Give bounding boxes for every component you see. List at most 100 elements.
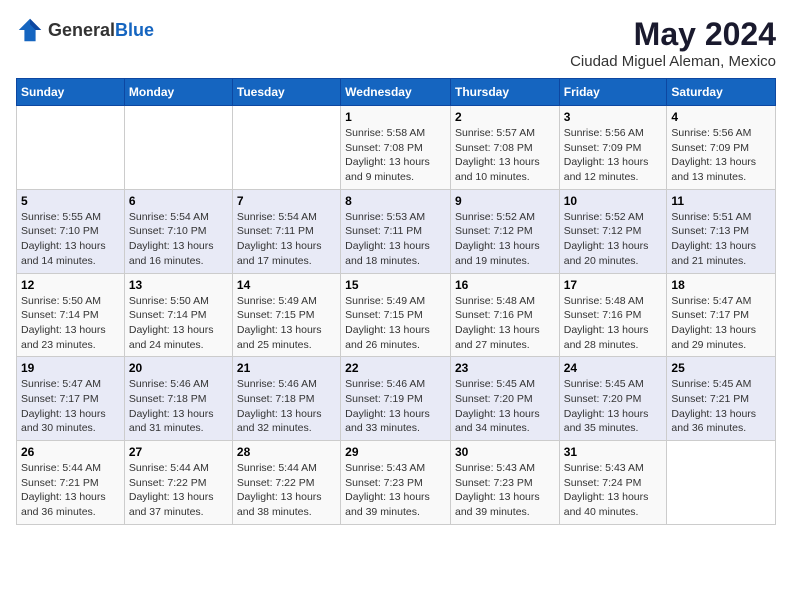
logo-general: General <box>48 20 115 40</box>
day-info: Sunrise: 5:49 AM Sunset: 7:15 PM Dayligh… <box>237 294 336 353</box>
calendar-cell: 28 Sunrise: 5:44 AM Sunset: 7:22 PM Dayli… <box>232 441 340 525</box>
calendar-cell: 21 Sunrise: 5:46 AM Sunset: 7:18 PM Dayli… <box>232 357 340 441</box>
calendar-header-row: SundayMondayTuesdayWednesdayThursdayFrid… <box>17 79 776 106</box>
day-number: 12 <box>21 278 120 292</box>
calendar-week-4: 19 Sunrise: 5:47 AM Sunset: 7:17 PM Dayli… <box>17 357 776 441</box>
calendar-cell: 5 Sunrise: 5:55 AM Sunset: 7:10 PM Daylig… <box>17 189 125 273</box>
calendar-cell <box>232 106 340 190</box>
day-info: Sunrise: 5:45 AM Sunset: 7:20 PM Dayligh… <box>564 377 663 436</box>
day-number: 21 <box>237 361 336 375</box>
day-number: 30 <box>455 445 555 459</box>
calendar-cell: 2 Sunrise: 5:57 AM Sunset: 7:08 PM Daylig… <box>450 106 559 190</box>
calendar-cell: 6Sunrise: 5:54 AM Sunset: 7:10 PM Daylig… <box>124 189 232 273</box>
day-number: 16 <box>455 278 555 292</box>
calendar-cell: 10Sunrise: 5:52 AM Sunset: 7:12 PM Dayli… <box>559 189 667 273</box>
calendar-header-wednesday: Wednesday <box>341 79 451 106</box>
day-info: Sunrise: 5:46 AM Sunset: 7:18 PM Dayligh… <box>237 377 336 436</box>
calendar-cell <box>124 106 232 190</box>
day-number: 7 <box>237 194 336 208</box>
day-number: 8 <box>345 194 446 208</box>
day-info: Sunrise: 5:55 AM Sunset: 7:10 PM Dayligh… <box>21 210 120 269</box>
logo-icon <box>16 16 44 44</box>
logo-blue: Blue <box>115 20 154 40</box>
day-number: 19 <box>21 361 120 375</box>
day-info: Sunrise: 5:54 AM Sunset: 7:11 PM Dayligh… <box>237 210 336 269</box>
title-block: May 2024 Ciudad Miguel Aleman, Mexico <box>570 16 776 70</box>
calendar-cell: 23Sunrise: 5:45 AM Sunset: 7:20 PM Dayli… <box>450 357 559 441</box>
calendar-header-monday: Monday <box>124 79 232 106</box>
day-number: 13 <box>129 278 228 292</box>
day-info: Sunrise: 5:57 AM Sunset: 7:08 PM Dayligh… <box>455 126 555 185</box>
day-info: Sunrise: 5:44 AM Sunset: 7:21 PM Dayligh… <box>21 461 120 520</box>
logo: GeneralBlue <box>16 16 154 44</box>
day-info: Sunrise: 5:51 AM Sunset: 7:13 PM Dayligh… <box>671 210 771 269</box>
calendar-cell: 15 Sunrise: 5:49 AM Sunset: 7:15 PM Dayli… <box>341 273 451 357</box>
calendar-cell: 19 Sunrise: 5:47 AM Sunset: 7:17 PM Dayli… <box>17 357 125 441</box>
calendar-cell: 18 Sunrise: 5:47 AM Sunset: 7:17 PM Dayli… <box>667 273 776 357</box>
page-header: GeneralBlue May 2024 Ciudad Miguel Alema… <box>16 16 776 70</box>
day-info: Sunrise: 5:45 AM Sunset: 7:20 PM Dayligh… <box>455 377 555 436</box>
calendar-cell: 26Sunrise: 5:44 AM Sunset: 7:21 PM Dayli… <box>17 441 125 525</box>
day-info: Sunrise: 5:58 AM Sunset: 7:08 PM Dayligh… <box>345 126 446 185</box>
day-number: 24 <box>564 361 663 375</box>
day-info: Sunrise: 5:43 AM Sunset: 7:23 PM Dayligh… <box>345 461 446 520</box>
day-number: 22 <box>345 361 446 375</box>
main-title: May 2024 <box>570 16 776 53</box>
day-info: Sunrise: 5:52 AM Sunset: 7:12 PM Dayligh… <box>455 210 555 269</box>
calendar-cell: 9 Sunrise: 5:52 AM Sunset: 7:12 PM Daylig… <box>450 189 559 273</box>
calendar-week-3: 12 Sunrise: 5:50 AM Sunset: 7:14 PM Dayli… <box>17 273 776 357</box>
day-number: 18 <box>671 278 771 292</box>
day-number: 27 <box>129 445 228 459</box>
day-info: Sunrise: 5:56 AM Sunset: 7:09 PM Dayligh… <box>671 126 771 185</box>
day-number: 3 <box>564 110 663 124</box>
day-info: Sunrise: 5:50 AM Sunset: 7:14 PM Dayligh… <box>129 294 228 353</box>
day-number: 4 <box>671 110 771 124</box>
calendar-header-thursday: Thursday <box>450 79 559 106</box>
calendar-week-1: 1 Sunrise: 5:58 AM Sunset: 7:08 PM Daylig… <box>17 106 776 190</box>
calendar-header-saturday: Saturday <box>667 79 776 106</box>
calendar-header-friday: Friday <box>559 79 667 106</box>
calendar-table: SundayMondayTuesdayWednesdayThursdayFrid… <box>16 78 776 525</box>
calendar-header-sunday: Sunday <box>17 79 125 106</box>
day-info: Sunrise: 5:48 AM Sunset: 7:16 PM Dayligh… <box>564 294 663 353</box>
day-info: Sunrise: 5:47 AM Sunset: 7:17 PM Dayligh… <box>671 294 771 353</box>
day-number: 28 <box>237 445 336 459</box>
day-info: Sunrise: 5:43 AM Sunset: 7:23 PM Dayligh… <box>455 461 555 520</box>
day-number: 14 <box>237 278 336 292</box>
day-info: Sunrise: 5:53 AM Sunset: 7:11 PM Dayligh… <box>345 210 446 269</box>
day-info: Sunrise: 5:46 AM Sunset: 7:19 PM Dayligh… <box>345 377 446 436</box>
calendar-week-5: 26Sunrise: 5:44 AM Sunset: 7:21 PM Dayli… <box>17 441 776 525</box>
calendar-cell: 14 Sunrise: 5:49 AM Sunset: 7:15 PM Dayli… <box>232 273 340 357</box>
day-info: Sunrise: 5:46 AM Sunset: 7:18 PM Dayligh… <box>129 377 228 436</box>
calendar-cell: 4 Sunrise: 5:56 AM Sunset: 7:09 PM Daylig… <box>667 106 776 190</box>
day-number: 11 <box>671 194 771 208</box>
day-info: Sunrise: 5:49 AM Sunset: 7:15 PM Dayligh… <box>345 294 446 353</box>
day-number: 10 <box>564 194 663 208</box>
day-number: 9 <box>455 194 555 208</box>
day-info: Sunrise: 5:45 AM Sunset: 7:21 PM Dayligh… <box>671 377 771 436</box>
day-number: 1 <box>345 110 446 124</box>
day-number: 2 <box>455 110 555 124</box>
calendar-cell: 20Sunrise: 5:46 AM Sunset: 7:18 PM Dayli… <box>124 357 232 441</box>
calendar-cell: 17 Sunrise: 5:48 AM Sunset: 7:16 PM Dayli… <box>559 273 667 357</box>
calendar-cell: 16Sunrise: 5:48 AM Sunset: 7:16 PM Dayli… <box>450 273 559 357</box>
calendar-week-2: 5 Sunrise: 5:55 AM Sunset: 7:10 PM Daylig… <box>17 189 776 273</box>
day-number: 5 <box>21 194 120 208</box>
calendar-cell: 13 Sunrise: 5:50 AM Sunset: 7:14 PM Dayli… <box>124 273 232 357</box>
calendar-cell: 24 Sunrise: 5:45 AM Sunset: 7:20 PM Dayli… <box>559 357 667 441</box>
calendar-cell <box>17 106 125 190</box>
calendar-header-tuesday: Tuesday <box>232 79 340 106</box>
calendar-cell: 8 Sunrise: 5:53 AM Sunset: 7:11 PM Daylig… <box>341 189 451 273</box>
day-number: 29 <box>345 445 446 459</box>
day-number: 31 <box>564 445 663 459</box>
day-info: Sunrise: 5:44 AM Sunset: 7:22 PM Dayligh… <box>237 461 336 520</box>
day-number: 6 <box>129 194 228 208</box>
day-number: 17 <box>564 278 663 292</box>
day-number: 15 <box>345 278 446 292</box>
calendar-cell: 29 Sunrise: 5:43 AM Sunset: 7:23 PM Dayli… <box>341 441 451 525</box>
day-info: Sunrise: 5:44 AM Sunset: 7:22 PM Dayligh… <box>129 461 228 520</box>
day-info: Sunrise: 5:47 AM Sunset: 7:17 PM Dayligh… <box>21 377 120 436</box>
calendar-cell: 11 Sunrise: 5:51 AM Sunset: 7:13 PM Dayli… <box>667 189 776 273</box>
calendar-cell: 1 Sunrise: 5:58 AM Sunset: 7:08 PM Daylig… <box>341 106 451 190</box>
calendar-cell: 7 Sunrise: 5:54 AM Sunset: 7:11 PM Daylig… <box>232 189 340 273</box>
